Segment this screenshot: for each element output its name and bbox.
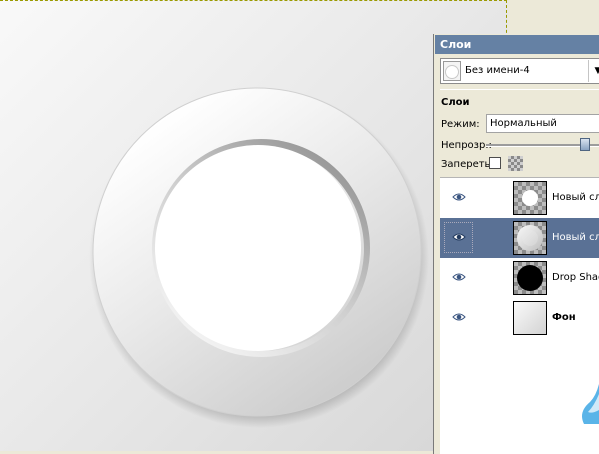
lock-label: Запереть: bbox=[441, 159, 494, 170]
layer-name[interactable]: Фон bbox=[552, 312, 576, 323]
logo-icon bbox=[582, 384, 599, 424]
layer-name[interactable]: Drop Shadow bbox=[552, 272, 599, 283]
slider-thumb[interactable] bbox=[580, 138, 590, 151]
dialog-title[interactable]: Слои bbox=[435, 35, 599, 54]
plate-artwork bbox=[89, 87, 429, 428]
workspace-background bbox=[508, 0, 599, 34]
image-thumbnail bbox=[443, 61, 461, 81]
layer-name[interactable]: Новый слой bbox=[552, 192, 599, 203]
chevron-down-icon[interactable]: ▼ bbox=[588, 60, 599, 82]
layer-thumbnail bbox=[513, 181, 547, 215]
layer-row-selected[interactable]: Новый слой bbox=[440, 218, 599, 258]
eye-icon[interactable] bbox=[452, 312, 466, 322]
image-canvas[interactable] bbox=[0, 0, 508, 451]
layer-row[interactable]: Новый слой bbox=[440, 178, 599, 218]
layer-thumbnail bbox=[513, 221, 547, 255]
mode-label: Режим: bbox=[441, 119, 480, 130]
layer-thumbnail bbox=[513, 301, 547, 335]
lock-alpha-icon[interactable] bbox=[508, 156, 523, 171]
plate-center bbox=[155, 145, 361, 351]
layers-dialog: Слои Без имени-4 ▼ Слои Режим: Нормальны… bbox=[433, 34, 599, 454]
eye-icon[interactable] bbox=[452, 232, 466, 242]
opacity-label: Непрозр.: bbox=[441, 140, 492, 151]
layer-thumbnail bbox=[513, 261, 547, 295]
layer-row[interactable]: Фон bbox=[440, 298, 599, 338]
mode-select[interactable]: Нормальный bbox=[486, 114, 599, 133]
image-selector[interactable]: Без имени-4 ▼ bbox=[440, 58, 599, 84]
layer-list: Новый слой Новый слой bbox=[440, 177, 599, 338]
layer-name[interactable]: Новый слой bbox=[552, 232, 599, 243]
lock-pixels-checkbox[interactable] bbox=[489, 157, 501, 169]
image-selector-value: Без имени-4 bbox=[465, 65, 530, 76]
section-label: Слои bbox=[441, 97, 470, 108]
eye-icon[interactable] bbox=[452, 272, 466, 282]
opacity-slider[interactable] bbox=[486, 138, 599, 151]
layer-row[interactable]: Drop Shadow bbox=[440, 258, 599, 298]
layer-list-empty-area[interactable] bbox=[440, 337, 599, 454]
divider bbox=[440, 89, 599, 90]
eye-icon[interactable] bbox=[452, 192, 466, 202]
